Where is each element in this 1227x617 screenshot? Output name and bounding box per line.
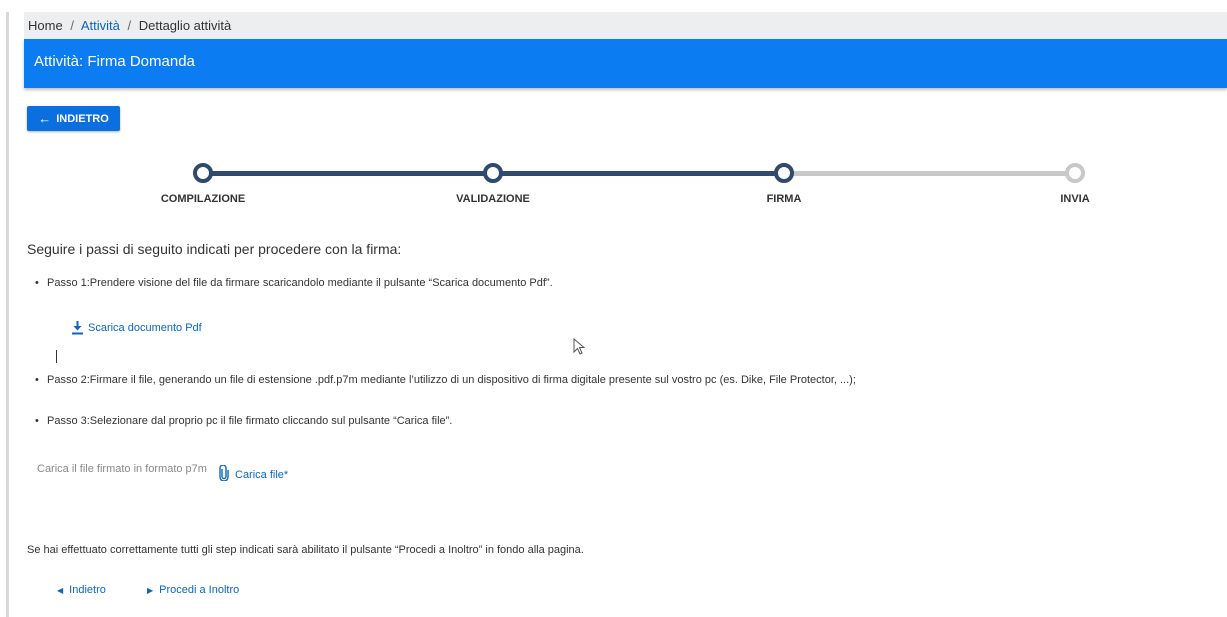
upload-file-label: Carica file*	[235, 468, 289, 481]
caret-right-icon: ▶	[147, 585, 154, 595]
footer-back-label: Indietro	[69, 584, 106, 596]
download-pdf-label: Scarica documento Pdf	[88, 322, 202, 334]
footer-back-link[interactable]: ◀ Indietro	[57, 584, 106, 596]
mouse-pointer-icon	[573, 337, 586, 361]
step-label-invia: INVIA	[1060, 193, 1090, 205]
paperclip-icon	[219, 464, 229, 484]
text-caret	[56, 350, 57, 363]
progress-stepper: COMPILAZIONE VALIDAZIONE FIRMA INVIA	[0, 150, 1227, 210]
footer-proceed-link[interactable]: ▶ Procedi a Inoltro	[147, 584, 239, 596]
step-firma-marker	[774, 163, 794, 183]
step-invia-marker	[1065, 163, 1085, 183]
step-label-compilazione: COMPILAZIONE	[160, 193, 246, 205]
back-button-label: INDIETRO	[56, 112, 109, 125]
breadcrumb-activities[interactable]: Attività	[81, 18, 120, 33]
breadcrumb: Home / Attività / Dettaglio attività	[24, 12, 1227, 39]
step-validazione-marker	[483, 163, 503, 183]
step-label-firma: FIRMA	[766, 193, 802, 205]
breadcrumb-separator: /	[127, 18, 132, 33]
upload-field-label: Carica il file firmato in formato p7m	[37, 463, 207, 475]
back-button[interactable]: ← INDIETRO	[27, 106, 120, 131]
page-title-bar: Attività: Firma Domanda	[24, 39, 1227, 88]
stepper-track-pending	[784, 171, 1075, 176]
instruction-step-1: Passo 1:Prendere visione del file da fir…	[35, 277, 553, 289]
upload-file-button[interactable]: Carica file*	[219, 464, 289, 484]
final-note: Se hai effettuato correttamente tutti gl…	[27, 544, 584, 556]
footer-proceed-label: Procedi a Inoltro	[159, 584, 240, 596]
breadcrumb-separator: /	[70, 18, 74, 33]
breadcrumb-current: Dettaglio attività	[138, 18, 232, 33]
step-compilazione-marker	[193, 163, 213, 183]
download-pdf-button[interactable]: Scarica documento Pdf	[71, 321, 202, 335]
download-icon	[71, 321, 84, 335]
breadcrumb-home[interactable]: Home	[28, 18, 63, 33]
instruction-step-2: Passo 2:Firmare il file, generando un fi…	[35, 374, 856, 386]
arrow-left-icon: ←	[38, 111, 52, 126]
instructions-intro: Seguire i passi di seguito indicati per …	[27, 241, 402, 257]
caret-left-icon: ◀	[57, 585, 64, 595]
step-label-validazione: VALIDAZIONE	[456, 193, 530, 205]
instruction-step-3: Passo 3:Selezionare dal proprio pc il fi…	[35, 415, 452, 427]
page-title: Attività: Firma Domanda	[34, 53, 195, 70]
left-border	[6, 12, 9, 617]
